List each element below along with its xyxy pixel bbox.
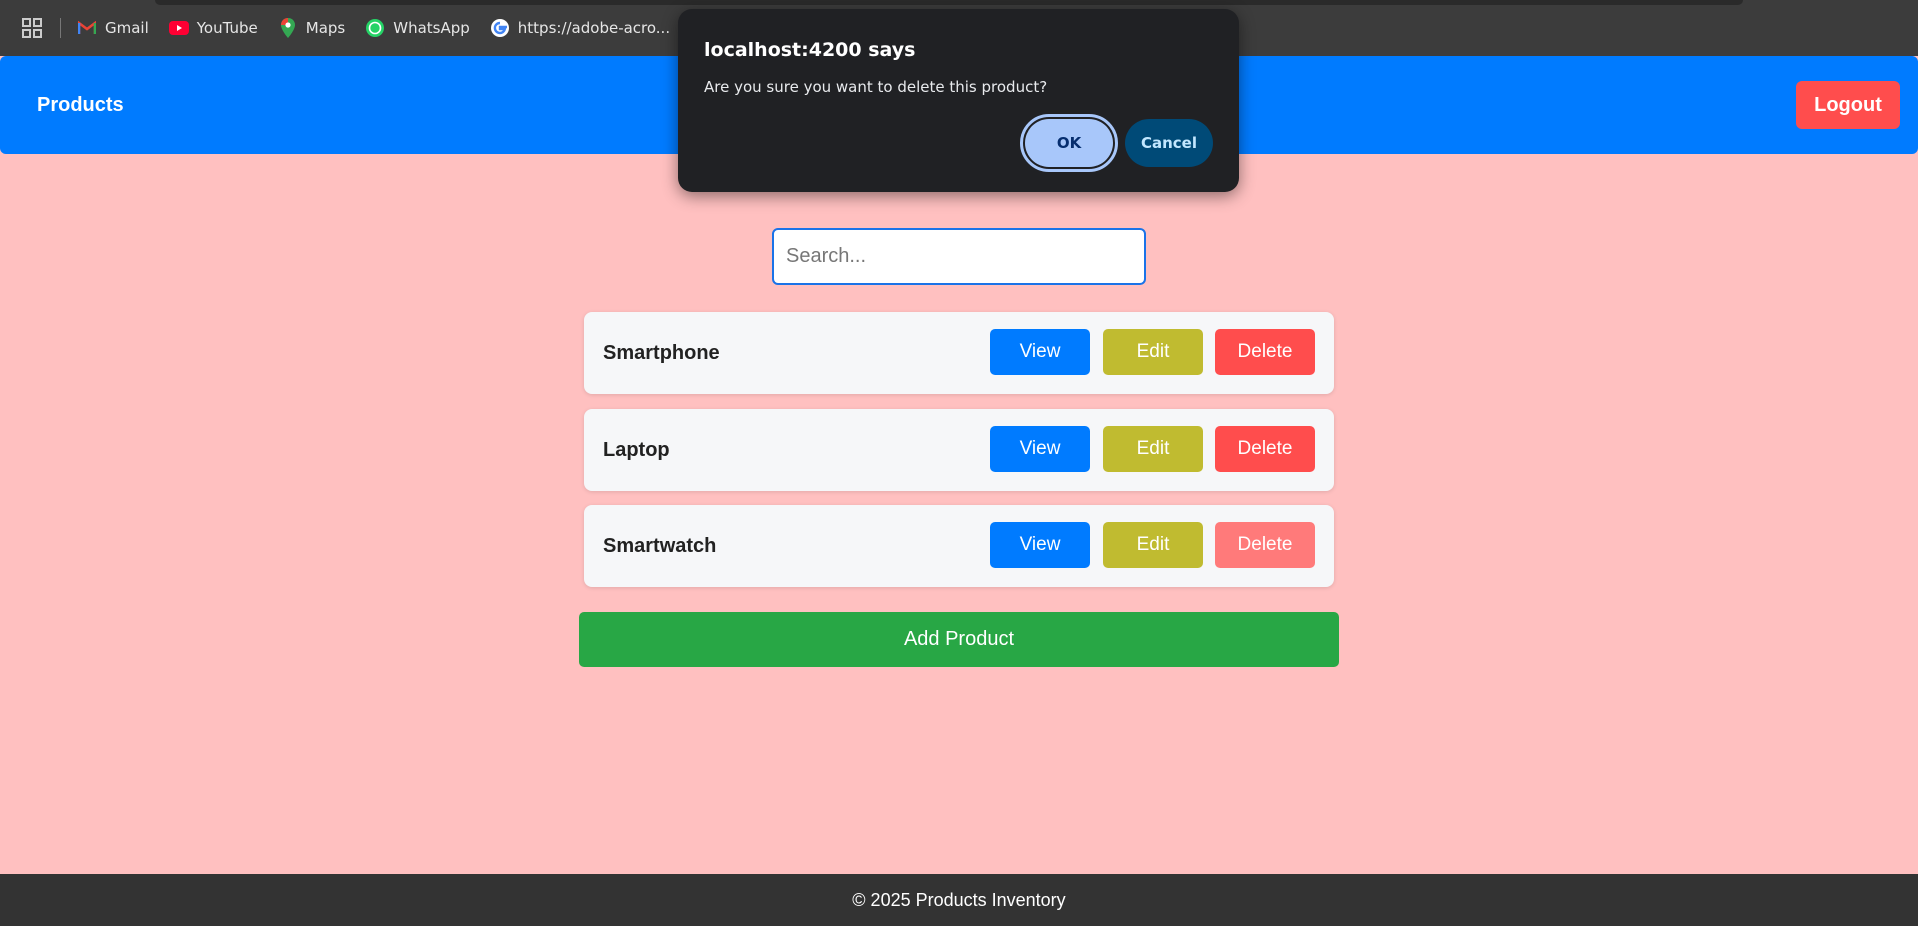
logout-button[interactable]: Logout — [1796, 81, 1900, 129]
maps-icon — [278, 18, 298, 38]
product-card: Smartwatch View Edit Delete — [584, 505, 1334, 587]
dialog-title: localhost:4200 says — [704, 39, 916, 61]
apps-grid-icon[interactable] — [20, 16, 44, 40]
whatsapp-icon — [365, 18, 385, 38]
search-input[interactable] — [772, 228, 1146, 285]
google-icon — [490, 18, 510, 38]
ok-button[interactable]: OK — [1020, 114, 1118, 172]
edit-button[interactable]: Edit — [1103, 522, 1203, 568]
delete-button[interactable]: Delete — [1215, 329, 1315, 375]
bookmark-youtube[interactable]: YouTube — [168, 18, 258, 38]
bookmark-label: Gmail — [105, 19, 149, 37]
bookmark-whatsapp[interactable]: WhatsApp — [365, 18, 470, 38]
bookmark-maps[interactable]: Maps — [278, 18, 345, 38]
bookmark-label: YouTube — [196, 19, 258, 37]
bookmark-label: Maps — [305, 19, 346, 37]
product-name: Smartphone — [603, 341, 720, 364]
bookmark-label: https://adobe-acro... — [517, 19, 671, 37]
bookmarks-separator — [60, 18, 61, 38]
gmail-icon — [77, 18, 97, 38]
youtube-icon — [168, 18, 189, 38]
product-name: Smartwatch — [603, 534, 717, 557]
product-name: Laptop — [603, 438, 670, 461]
bookmark-gmail[interactable]: Gmail — [77, 18, 149, 38]
view-button[interactable]: View — [990, 329, 1090, 375]
footer-text: © 2025 Products Inventory — [852, 889, 1066, 910]
confirm-dialog: localhost:4200 says Are you sure you wan… — [678, 9, 1239, 192]
tab-strip-edge — [155, 0, 1743, 5]
delete-button[interactable]: Delete — [1215, 426, 1315, 472]
delete-button[interactable]: Delete — [1215, 522, 1315, 568]
bookmark-adobe[interactable]: https://adobe-acro... — [490, 18, 670, 38]
bookmark-label: WhatsApp — [393, 19, 470, 37]
view-button[interactable]: View — [990, 522, 1090, 568]
cancel-button[interactable]: Cancel — [1125, 119, 1213, 167]
add-product-button[interactable]: Add Product — [579, 612, 1339, 667]
brand-link[interactable]: Products — [37, 56, 124, 154]
dialog-message: Are you sure you want to delete this pro… — [704, 78, 1048, 96]
product-card: Smartphone View Edit Delete — [584, 312, 1334, 394]
footer: © 2025 Products Inventory — [0, 874, 1918, 926]
edit-button[interactable]: Edit — [1103, 329, 1203, 375]
product-card: Laptop View Edit Delete — [584, 409, 1334, 491]
edit-button[interactable]: Edit — [1103, 426, 1203, 472]
view-button[interactable]: View — [990, 426, 1090, 472]
